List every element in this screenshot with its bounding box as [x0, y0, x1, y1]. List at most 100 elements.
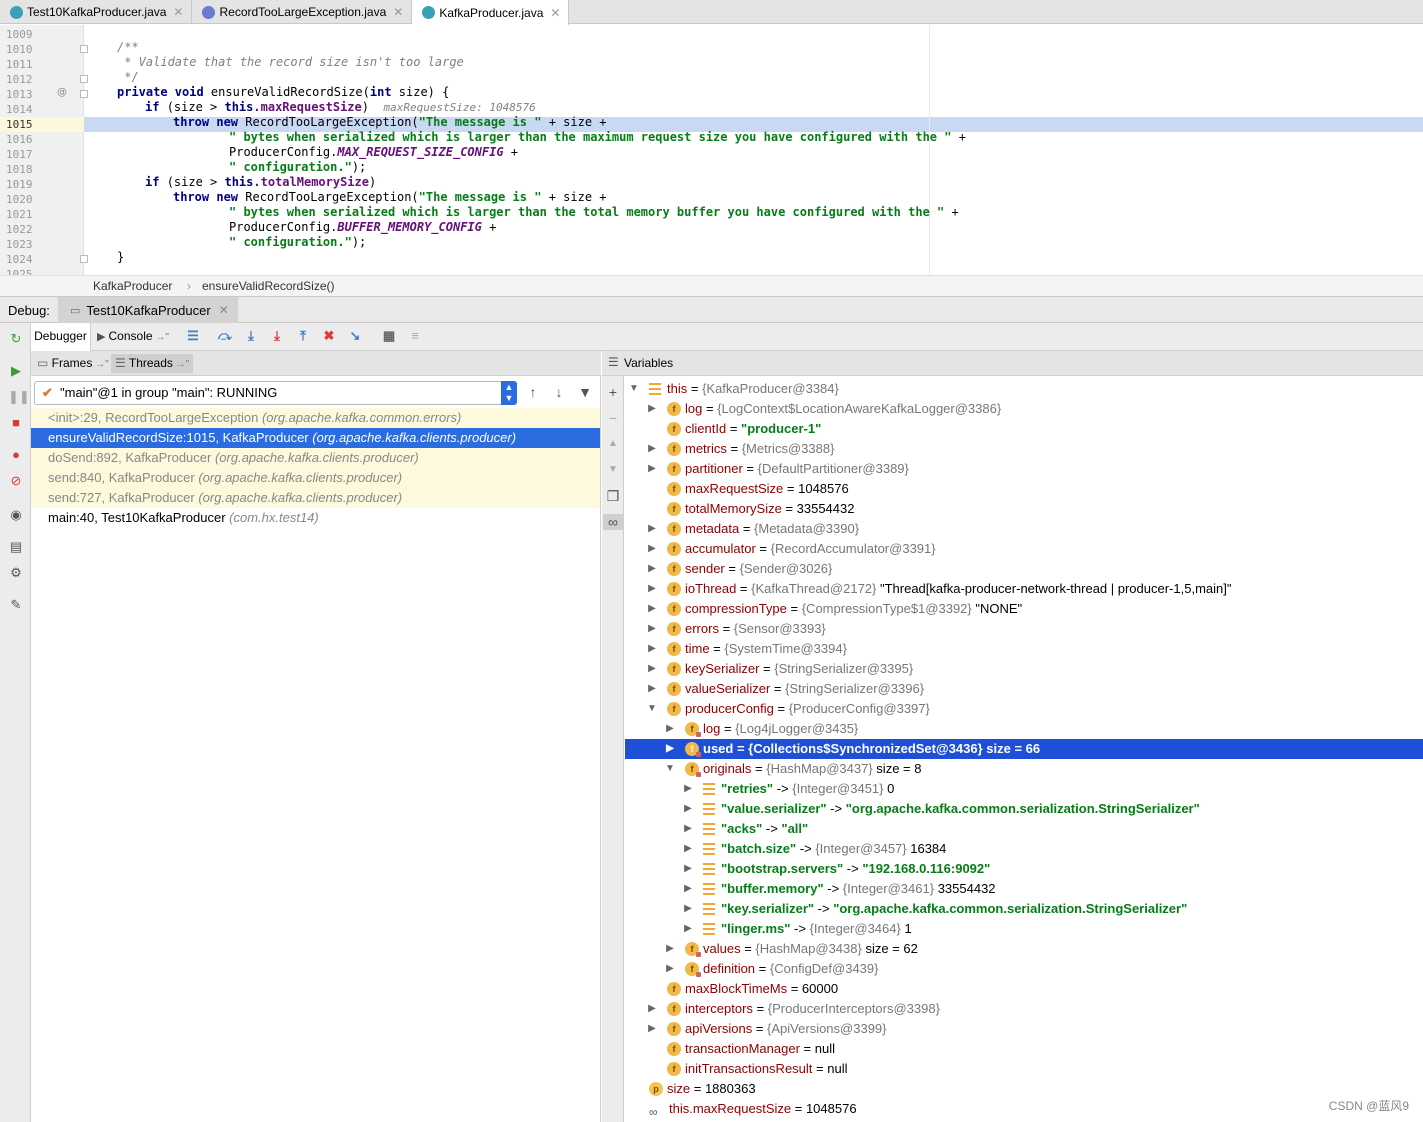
variable-row[interactable]: ▶ "value.serializer" -> "org.apache.kafka… [625, 799, 1423, 819]
variables-tree[interactable]: ▼ this = {KafkaProducer@3384} ▶ f log = {Log… [625, 379, 1423, 1122]
expand-icon[interactable]: ▶ [683, 839, 693, 859]
variable-row[interactable]: ▶ "key.serializer" -> "org.apache.kafka.c… [625, 899, 1423, 919]
view-breakpoints-icon[interactable]: ● [8, 447, 24, 463]
stack-frame[interactable]: main:40, Test10KafkaProducer (com.hx.tes… [31, 508, 600, 528]
variable-row[interactable]: ▶ f metrics = {Metrics@3388} [625, 439, 1423, 459]
close-icon[interactable]: ✕ [393, 5, 403, 19]
variable-row[interactable]: ▶ f log = {LogContext$LocationAwareKafkaLo… [625, 399, 1423, 419]
expand-icon[interactable]: ▶ [647, 519, 657, 539]
line-number[interactable]: 1010 [6, 42, 33, 57]
variable-row[interactable]: ▼ f producerConfig = {ProducerConfig@3397} [625, 699, 1423, 719]
move-up-icon[interactable]: ▲ [605, 436, 621, 452]
line-number[interactable]: 1020 [6, 192, 33, 207]
variable-row[interactable]: ▶ f values = {HashMap@3438} size = 62 [625, 939, 1423, 959]
expand-icon[interactable]: ▶ [647, 579, 657, 599]
tab-console[interactable]: ▶ Console →" [97, 323, 169, 351]
variable-row[interactable]: ▶ "acks" -> "all" [625, 819, 1423, 839]
code-editor[interactable]: 1009 1010 1011 1012 1013 1014 1015 1016 1017 1018… [0, 25, 1423, 275]
variable-row[interactable]: ▶ f valueSerializer = {StringSerializer@33… [625, 679, 1423, 699]
force-step-into-icon[interactable]: ⤓ [269, 328, 285, 344]
variable-row[interactable]: ▶ f keySerializer = {StringSerializer@3395… [625, 659, 1423, 679]
expand-icon[interactable]: ▶ [647, 639, 657, 659]
variable-row[interactable]: ▶ f interceptors = {ProducerInterceptors@3… [625, 999, 1423, 1019]
drop-frame-icon[interactable]: ✖ [321, 328, 337, 344]
close-icon[interactable]: ✕ [219, 303, 229, 317]
expand-icon[interactable]: ▶ [647, 439, 657, 459]
line-number[interactable]: 1023 [6, 237, 33, 252]
override-marker-icon[interactable]: @ [57, 87, 67, 98]
expand-icon[interactable]: ▶ [647, 999, 657, 1019]
variable-row[interactable]: f clientId = "producer-1" [625, 419, 1423, 439]
line-number[interactable]: 1012 [6, 72, 33, 87]
variable-row[interactable]: ▶ f time = {SystemTime@3394} [625, 639, 1423, 659]
variable-row[interactable]: ▶ f metadata = {Metadata@3390} [625, 519, 1423, 539]
variable-row[interactable]: ▶ f errors = {Sensor@3393} [625, 619, 1423, 639]
expand-icon[interactable]: ▶ [665, 959, 675, 979]
variable-row[interactable]: ▶ f apiVersions = {ApiVersions@3399} [625, 1019, 1423, 1039]
breadcrumb-class[interactable]: KafkaProducer [93, 276, 172, 296]
stack-frame[interactable]: send:840, KafkaProducer (org.apache.kafk… [31, 468, 600, 488]
expand-icon[interactable]: ▶ [665, 939, 675, 959]
copy-icon[interactable]: ❐ [605, 488, 621, 504]
trace-stream-icon[interactable]: ≡ [407, 328, 423, 344]
variable-row[interactable]: f maxRequestSize = 1048576 [625, 479, 1423, 499]
chevron-updown-icon[interactable]: ▲ ▼ [501, 381, 517, 405]
variable-row[interactable]: ▶ f ioThread = {KafkaThread@2172} "Thread[… [625, 579, 1423, 599]
variable-row[interactable]: ▶ f definition = {ConfigDef@3439} [625, 959, 1423, 979]
step-out-icon[interactable]: ⤒ [295, 328, 311, 344]
remove-watch-icon[interactable]: − [605, 410, 621, 426]
variable-row[interactable]: ▶ "buffer.memory" -> {Integer@3461} 33554… [625, 879, 1423, 899]
variable-row[interactable]: ▶ "batch.size" -> {Integer@3457} 16384 [625, 839, 1423, 859]
pause-icon[interactable]: ❚❚ [8, 389, 30, 405]
stack-frame[interactable]: <init>:29, RecordTooLargeException (org.… [31, 408, 600, 428]
expand-icon[interactable]: ▶ [647, 559, 657, 579]
expand-icon[interactable]: ▶ [683, 899, 693, 919]
line-number[interactable]: 1014 [6, 102, 33, 117]
tab-frames[interactable]: ▭ Frames →" [37, 356, 109, 370]
line-number[interactable]: 1016 [6, 132, 33, 147]
stack-frame-selected[interactable]: ensureValidRecordSize:1015, KafkaProduce… [31, 428, 600, 448]
variable-row[interactable]: ∞ this.maxRequestSize = 1048576 [625, 1099, 1423, 1119]
close-icon[interactable]: ✕ [173, 5, 183, 19]
line-number[interactable]: 1022 [6, 222, 33, 237]
evaluate-expression-icon[interactable]: ▦ [381, 328, 397, 344]
arrow-down-icon[interactable]: ↓ [551, 384, 567, 400]
expand-icon[interactable]: ▶ [647, 539, 657, 559]
line-number[interactable]: 1017 [6, 147, 33, 162]
variable-row[interactable]: ▼ this = {KafkaProducer@3384} [625, 379, 1423, 399]
collapse-icon[interactable]: ▼ [647, 699, 657, 719]
show-watches-icon[interactable]: ∞ [603, 514, 623, 530]
resume-icon[interactable]: ▶ [8, 363, 24, 379]
line-number[interactable]: 1015 [6, 117, 33, 132]
variable-row[interactable]: ▶ f accumulator = {RecordAccumulator@3391} [625, 539, 1423, 559]
expand-icon[interactable]: ▶ [647, 679, 657, 699]
fold-icon[interactable] [80, 75, 88, 83]
line-number[interactable]: 1013 [6, 87, 33, 102]
variable-row[interactable]: ▶ f compressionType = {CompressionType$1@3… [625, 599, 1423, 619]
camera-icon[interactable]: ◉ [8, 507, 24, 523]
variable-row[interactable]: ▶ f partitioner = {DefaultPartitioner@3389… [625, 459, 1423, 479]
step-over-icon[interactable]: ⤼ [217, 328, 233, 344]
add-watch-icon[interactable]: + [605, 384, 621, 400]
stack-frame[interactable]: doSend:892, KafkaProducer (org.apache.ka… [31, 448, 600, 468]
run-to-cursor-icon[interactable]: ↘ [347, 328, 363, 344]
gear-icon[interactable]: ⚙ [8, 565, 24, 581]
breadcrumb-method[interactable]: ensureValidRecordSize() [202, 276, 335, 296]
variable-row[interactable]: ▶ "retries" -> {Integer@3451} 0 [625, 779, 1423, 799]
line-number[interactable]: 1011 [6, 57, 33, 72]
expand-icon[interactable]: ▶ [647, 619, 657, 639]
expand-icon[interactable]: ▶ [647, 659, 657, 679]
expand-icon[interactable]: ▶ [665, 719, 675, 739]
code-area[interactable]: /** * Validate that the record size isn'… [90, 25, 1423, 275]
show-execution-point-icon[interactable]: ☰ [185, 328, 201, 344]
variable-row[interactable]: p size = 1880363 [625, 1079, 1423, 1099]
filter-icon[interactable]: ▼ [577, 384, 593, 400]
variable-row[interactable]: ▶ "bootstrap.servers" -> "192.168.0.116:9… [625, 859, 1423, 879]
variable-row[interactable]: ▶ "linger.ms" -> {Integer@3464} 1 [625, 919, 1423, 939]
variable-row[interactable]: f maxBlockTimeMs = 60000 [625, 979, 1423, 999]
debug-session-tab[interactable]: ▭ Test10KafkaProducer ✕ [58, 297, 238, 323]
variable-row[interactable]: ▶ f sender = {Sender@3026} [625, 559, 1423, 579]
rerun-icon[interactable]: ↻ [8, 331, 24, 347]
expand-icon[interactable]: ▶ [647, 459, 657, 479]
expand-icon[interactable]: ▶ [665, 739, 675, 759]
